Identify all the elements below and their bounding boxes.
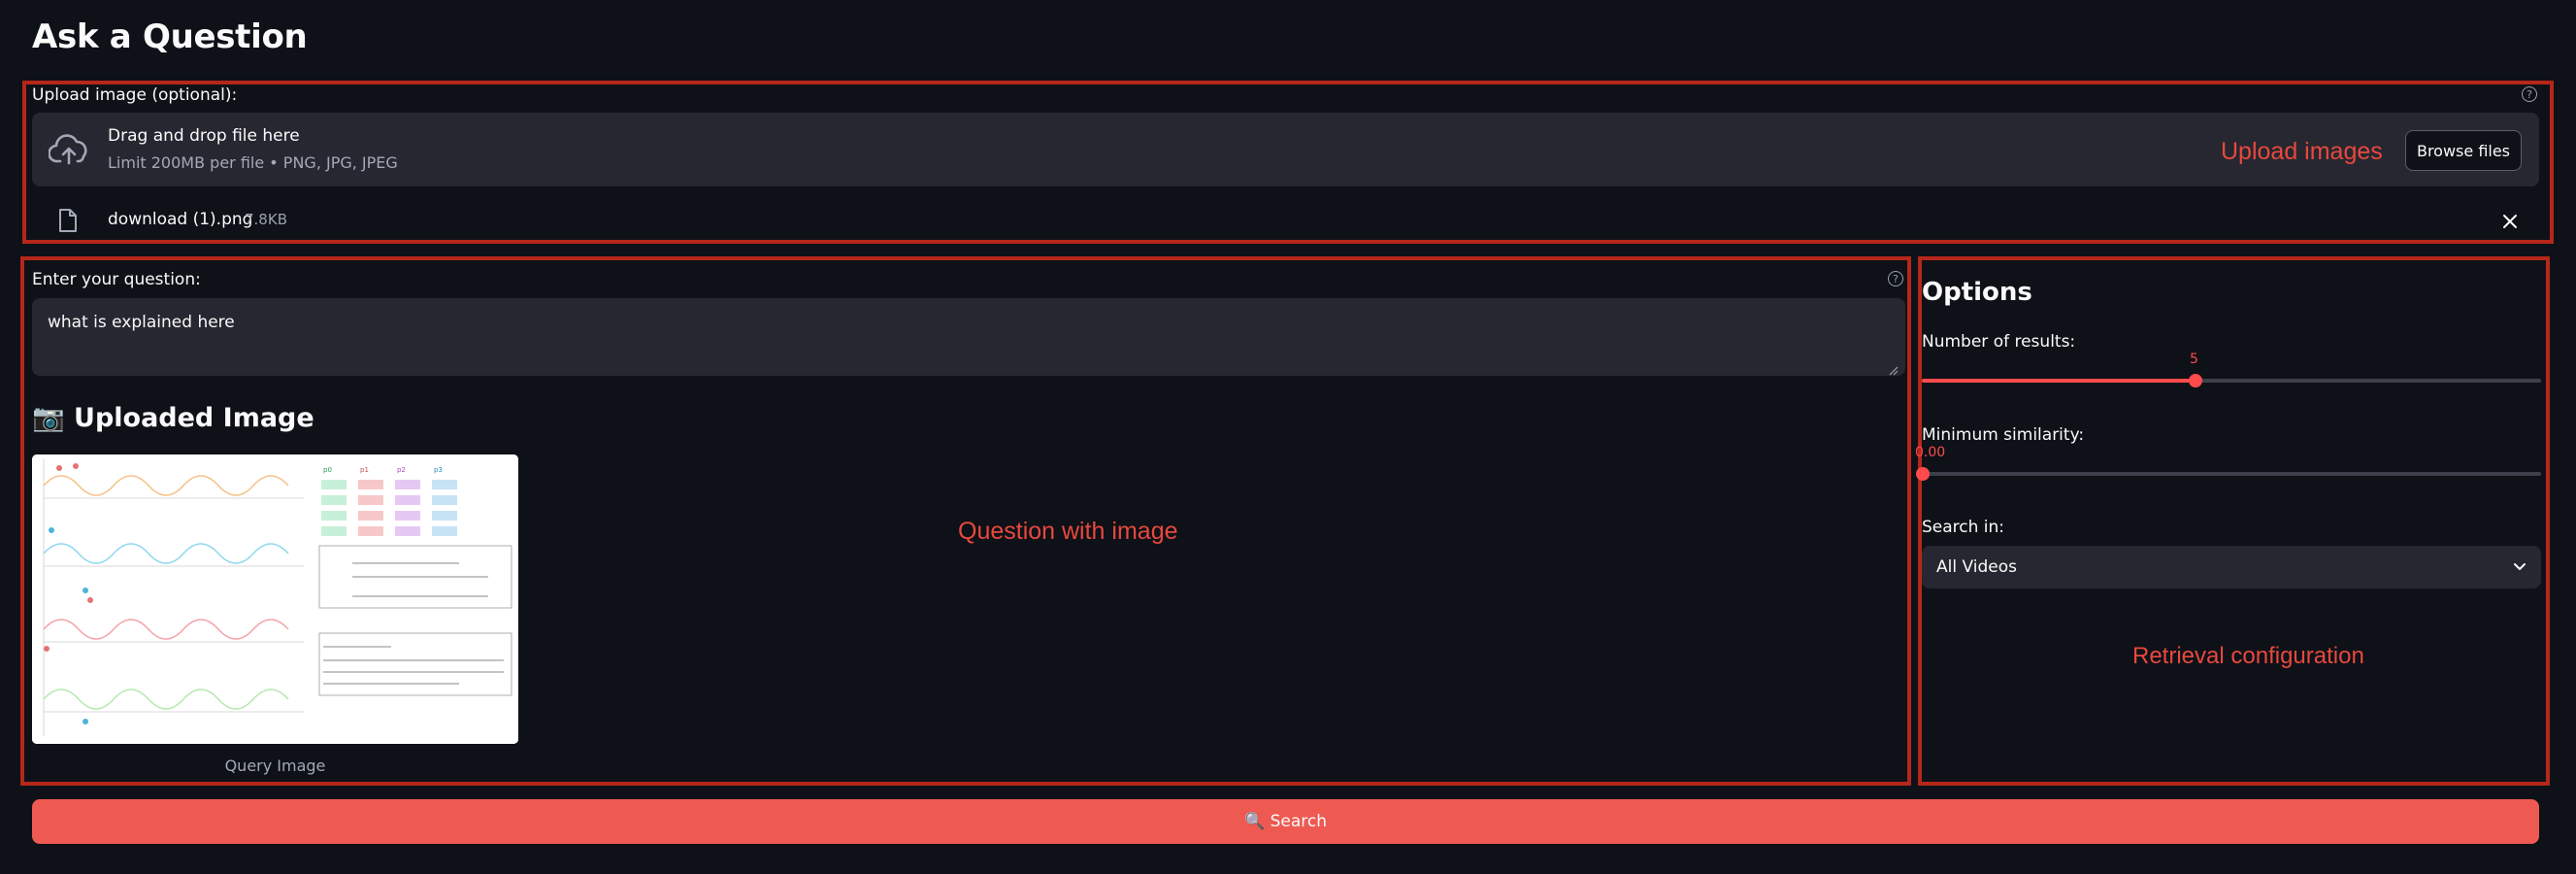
search-in-select[interactable]: All Videos — [1922, 546, 2541, 588]
file-icon — [58, 208, 78, 233]
min-similarity-slider-thumb[interactable] — [1916, 467, 1930, 481]
upload-label: Upload image (optional): — [32, 85, 238, 105]
num-results-value: 5 — [2190, 352, 2198, 367]
search-in-selected: All Videos — [1936, 557, 2017, 577]
min-similarity-slider-track[interactable] — [1922, 472, 2541, 476]
search-button[interactable]: 🔍 Search — [32, 799, 2539, 844]
resize-handle-icon[interactable] — [1889, 361, 1899, 376]
browse-files-button[interactable]: Browse files — [2405, 130, 2522, 171]
svg-text:p1: p1 — [360, 466, 369, 474]
uploaded-file-name: download (1).png — [108, 210, 253, 229]
question-overlay-label: Question with image — [958, 518, 1178, 545]
svg-text:p0: p0 — [323, 466, 332, 474]
uploaded-file-size: 7.8KB — [245, 211, 287, 228]
close-icon[interactable] — [2502, 214, 2518, 229]
dropzone-limit-text: Limit 200MB per file • PNG, JPG, JPEG — [108, 153, 398, 172]
dropzone-title: Drag and drop file here — [108, 126, 300, 146]
options-heading: Options — [1922, 278, 2032, 307]
options-overlay-label: Retrieval configuration — [2132, 643, 2364, 669]
svg-text:p2: p2 — [397, 466, 406, 474]
num-results-label: Number of results: — [1922, 332, 2076, 352]
svg-text:p3: p3 — [434, 466, 443, 474]
help-icon[interactable]: ? — [2522, 86, 2537, 102]
uploaded-image-heading: 📷 Uploaded Image — [32, 403, 314, 433]
upload-overlay-label: Upload images — [2221, 138, 2383, 165]
min-similarity-label: Minimum similarity: — [1922, 425, 2085, 445]
image-caption: Query Image — [224, 756, 326, 775]
upload-cloud-icon — [48, 134, 91, 167]
question-label: Enter your question: — [32, 270, 201, 289]
page-title: Ask a Question — [32, 17, 308, 56]
query-image: p0 p1 p2 p3 — [32, 454, 518, 744]
search-in-label: Search in: — [1922, 518, 2005, 537]
num-results-slider-thumb[interactable] — [2189, 374, 2202, 387]
help-icon[interactable]: ? — [1888, 271, 1903, 286]
chevron-down-icon — [2513, 562, 2526, 572]
file-dropzone[interactable] — [32, 113, 2539, 186]
question-input-value: what is explained here — [48, 313, 235, 332]
min-similarity-value: 0.00 — [1915, 445, 1946, 460]
question-input[interactable]: what is explained here — [32, 298, 1905, 376]
num-results-slider-fill — [1922, 379, 2196, 383]
